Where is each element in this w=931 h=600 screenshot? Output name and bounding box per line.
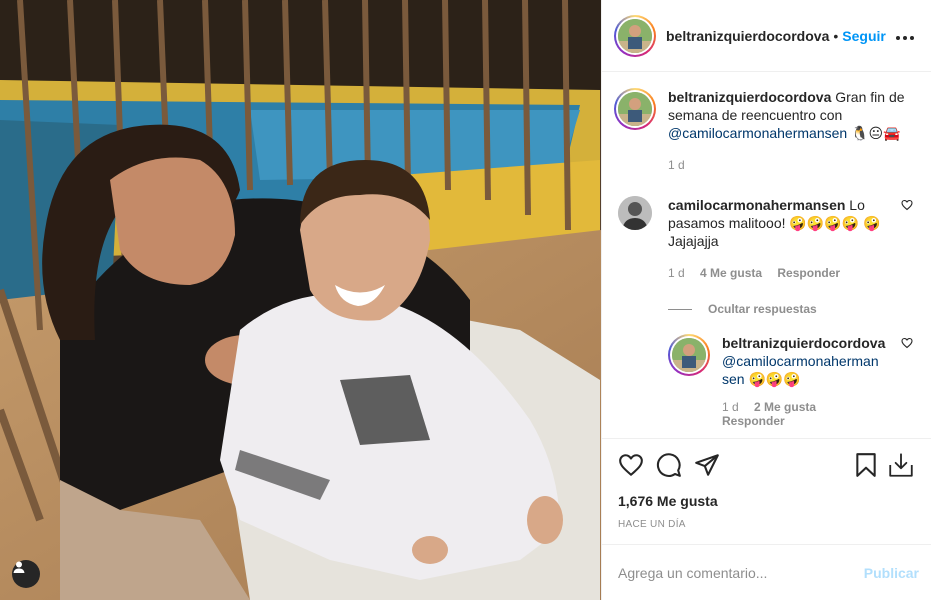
caption-time[interactable]: 1 d (668, 158, 685, 172)
comment-icon (656, 453, 681, 477)
tagged-users-button[interactable] (12, 560, 40, 588)
reply-likes[interactable]: 2 Me gusta (754, 400, 816, 414)
replies-divider-line (668, 308, 692, 310)
likes-count[interactable]: 1,676 Me gusta (618, 493, 915, 509)
comment-likes[interactable]: 4 Me gusta (700, 266, 762, 280)
download-icon (889, 453, 913, 477)
post-header: beltranizquierdocordova • Seguir (602, 0, 931, 72)
reply: beltranizquierdocordova @camilocarmonahe… (668, 334, 915, 428)
heart-icon (619, 454, 643, 476)
caption-meta: 1 d (668, 156, 915, 174)
hide-replies-label: Ocultar respuestas (708, 302, 817, 316)
comment-input[interactable] (618, 564, 864, 581)
reply-emojis: 🤪🤪🤪 (748, 371, 801, 387)
post-actions-section: 1,676 Me gusta HACE UN DÍA (602, 438, 931, 544)
reply-mention-end[interactable]: sen (722, 371, 745, 387)
author-avatar[interactable] (614, 14, 656, 57)
save-button[interactable] (853, 452, 879, 478)
commenter-username[interactable]: camilocarmonahermansen (668, 197, 845, 213)
add-comment-bar: Publicar (602, 544, 931, 600)
caption-emojis: 🐧😐🚘 (851, 125, 901, 141)
comment-meta: 1 d 4 Me gusta Responder (668, 264, 889, 282)
caption: beltranizquierdocordova Gran fin de sema… (614, 88, 915, 174)
more-horizontal-icon (896, 36, 914, 40)
comment-button[interactable] (656, 452, 682, 478)
caption-mention[interactable]: @camilocarmonahermansen (668, 125, 847, 141)
comment-like-button[interactable] (901, 198, 913, 214)
commenter-avatar[interactable] (618, 196, 652, 230)
user-icon (13, 561, 25, 573)
publish-button[interactable]: Publicar (864, 565, 919, 581)
like-button[interactable] (618, 452, 644, 478)
follow-button[interactable]: Seguir (842, 28, 886, 44)
comment-emojis: 🤪🤪🤪🤪 (789, 215, 860, 231)
action-bar (618, 445, 915, 485)
bookmark-icon (856, 453, 876, 477)
reply-meta: 1 d 2 Me gusta Responder (722, 400, 891, 428)
comment: camilocarmonahermansen Lo pasamos malito… (614, 196, 915, 282)
caption-avatar[interactable] (614, 88, 656, 130)
download-button[interactable] (887, 452, 915, 478)
reply-avatar[interactable] (668, 334, 710, 376)
reply-reply-button[interactable]: Responder (722, 414, 785, 428)
post-time-ago[interactable]: HACE UN DÍA (618, 519, 915, 530)
reply-like-button[interactable] (901, 336, 913, 352)
reply-username[interactable]: beltranizquierdocordova (722, 334, 891, 352)
send-icon (695, 454, 719, 476)
caption-username[interactable]: beltranizquierdocordova (668, 89, 831, 105)
comments-list: beltranizquierdocordova Gran fin de sema… (602, 72, 931, 438)
comment-emoji-2: 🤪 (863, 215, 881, 231)
heart-icon (901, 337, 913, 349)
photo-illustration (0, 0, 601, 600)
more-options-button[interactable] (895, 25, 915, 46)
post-sidebar: beltranizquierdocordova • Seguir beltran… (601, 0, 931, 600)
separator-dot: • (833, 27, 839, 44)
instagram-post: beltranizquierdocordova • Seguir beltran… (0, 0, 931, 600)
comment-reply-button[interactable]: Responder (777, 266, 840, 280)
share-button[interactable] (694, 452, 720, 478)
comment-time[interactable]: 1 d (668, 266, 685, 280)
reply-time[interactable]: 1 d (722, 400, 739, 414)
hide-replies-toggle[interactable]: Ocultar respuestas (668, 302, 915, 316)
author-username[interactable]: beltranizquierdocordova (666, 28, 829, 44)
reply-mention[interactable]: @camilocarmonaherman (722, 353, 879, 369)
heart-icon (901, 199, 913, 211)
post-photo[interactable] (0, 0, 601, 600)
comment-text-2: Jajajajja (668, 233, 719, 249)
